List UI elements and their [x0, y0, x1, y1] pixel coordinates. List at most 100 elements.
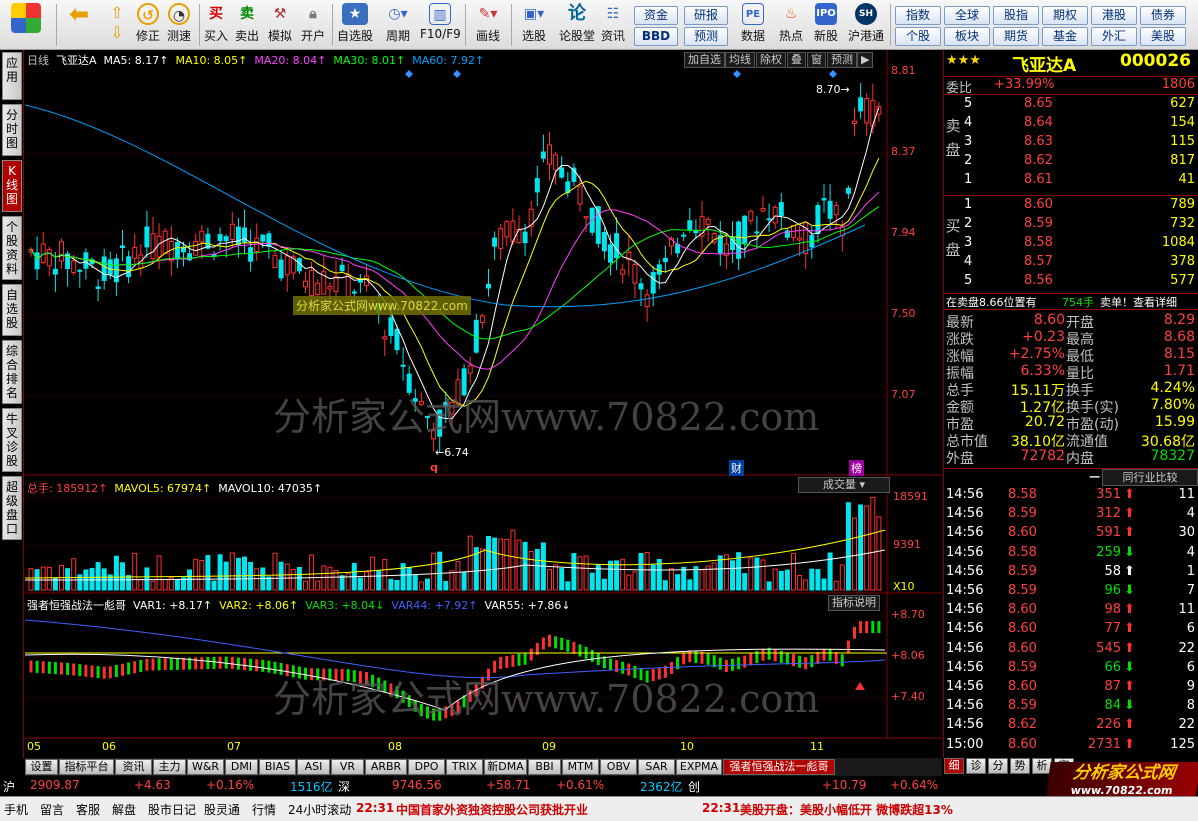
sell-level-4[interactable]: 4 8.64 154 — [944, 115, 1198, 134]
sectors-button[interactable]: 板块 — [944, 27, 990, 46]
add-watchlist-button[interactable]: 加自选 — [684, 52, 725, 68]
tab-kline[interactable]: K线图 — [2, 160, 22, 212]
status-item-2[interactable]: 客服 — [76, 801, 100, 818]
funds-button[interactable]: 基金 — [1042, 27, 1088, 46]
open-account-button[interactable]: 🔒︎ 开户 — [298, 3, 328, 48]
tab-stock-profile[interactable]: 个股资料 — [2, 216, 22, 280]
simulate-button[interactable]: ⚒ 模拟 — [265, 3, 295, 48]
indicator-tab-3[interactable]: 主力 — [153, 759, 186, 775]
overlay-button[interactable]: 叠 — [787, 52, 806, 68]
index-button[interactable]: 指数 — [895, 6, 941, 25]
bonds-button[interactable]: 债券 — [1140, 6, 1186, 25]
indicator-tab-14[interactable]: MTM — [562, 759, 599, 775]
indicator-tab-13[interactable]: BBI — [528, 759, 561, 775]
indicator-help-button[interactable]: 指标说明 — [828, 595, 880, 611]
buy-level-4[interactable]: 4 8.57 378 — [944, 254, 1198, 273]
indicator-tab-8[interactable]: VR — [331, 759, 364, 775]
capital-button[interactable]: 资金 — [634, 6, 678, 25]
buy-level-5[interactable]: 5 8.56 577 — [944, 273, 1198, 292]
us-stocks-button[interactable]: 美股 — [1140, 27, 1186, 46]
expand-button[interactable]: ▶ — [857, 52, 874, 68]
sell-level-3[interactable]: 3 8.63 115 — [944, 134, 1198, 153]
period-button[interactable]: ◷▾ 周期 — [380, 3, 416, 48]
forecast-button[interactable]: 预测 — [684, 27, 728, 46]
collapse-button[interactable]: − — [1088, 467, 1101, 486]
buy-level-1[interactable]: 1 8.60 789 — [944, 197, 1198, 216]
down-arrow-icon[interactable]: ⇩ — [103, 23, 131, 43]
quote-tab-3[interactable]: 势 — [1010, 758, 1030, 774]
options-button[interactable]: 期权 — [1042, 6, 1088, 25]
indicator-tab-6[interactable]: BIAS — [259, 759, 296, 775]
hotspot-button[interactable]: ♨ 热点 — [774, 3, 808, 48]
up-arrow-icon[interactable]: ⇧ — [103, 3, 131, 23]
indicator-tab-5[interactable]: DMI — [225, 759, 258, 775]
predict-button[interactable]: 预测 — [827, 52, 857, 68]
bbd-button[interactable]: BBD — [634, 27, 678, 46]
stocks-button[interactable]: 个股 — [895, 27, 941, 46]
status-item-6[interactable]: 行情 — [252, 801, 276, 818]
tab-diagnosis[interactable]: 牛叉诊股 — [2, 408, 22, 472]
status-item-3[interactable]: 解盘 — [112, 801, 136, 818]
app-logo[interactable] — [6, 3, 46, 48]
indicator-tab-17[interactable]: EXPMA — [676, 759, 722, 775]
indicator-tab-10[interactable]: DPO — [408, 759, 445, 775]
ex-rights-button[interactable]: 除权 — [756, 52, 786, 68]
stock-picker-button[interactable]: ▣▾ 选股 — [514, 3, 554, 48]
news-button[interactable]: ☷ 资讯 — [598, 3, 628, 48]
indicator-tab-18[interactable]: 强者恒强战法一彪哥 — [723, 759, 835, 775]
marker-financial[interactable]: 财 — [729, 460, 744, 476]
draw-line-button[interactable]: ✎▾ 画线 — [468, 3, 508, 48]
indicator-tab-15[interactable]: OBV — [600, 759, 637, 775]
sell-level-1[interactable]: 1 8.61 41 — [944, 172, 1198, 191]
speedtest-button[interactable]: ◔ 测速 — [164, 3, 194, 48]
ma-button[interactable]: 均线 — [725, 52, 755, 68]
hk-connect-button[interactable]: SH HK 沪港通 — [846, 3, 886, 48]
page-up-down[interactable]: ⇧ ⇩ — [103, 3, 131, 48]
buy-level-2[interactable]: 2 8.59 732 — [944, 216, 1198, 235]
indicator-tab-2[interactable]: 资讯 — [115, 759, 152, 775]
marker-q[interactable]: q — [430, 461, 438, 474]
indicator-tab-4[interactable]: W&R — [187, 759, 224, 775]
hk-stocks-button[interactable]: 港股 — [1091, 6, 1137, 25]
back-button[interactable]: ⬅ — [62, 2, 96, 48]
research-button[interactable]: 研报 — [684, 6, 728, 25]
volume-selector[interactable]: 成交量 ▾ — [798, 477, 890, 493]
sell-button[interactable]: 卖卖出 — [233, 3, 261, 48]
indicator-tab-0[interactable]: 设置 — [25, 759, 58, 775]
news1-headline[interactable]: 中国首家外资独资控股公司获批开业 — [396, 801, 588, 818]
tab-super-book[interactable]: 超级盘口 — [2, 476, 22, 540]
marker-ranking[interactable]: 榜 — [849, 460, 864, 476]
sell-level-2[interactable]: 2 8.62 817 — [944, 153, 1198, 172]
f10-button[interactable]: ▥ F10/F9 — [420, 3, 461, 48]
buy-level-3[interactable]: 3 8.58 1084 — [944, 235, 1198, 254]
forum-button[interactable]: 论论股堂 — [557, 3, 597, 48]
quote-tab-0[interactable]: 细 — [944, 758, 964, 774]
tab-ranking[interactable]: 综合排名 — [2, 340, 22, 404]
news2-headline[interactable]: 美股开盘：美股小幅低开 微博跌超13% — [740, 801, 953, 818]
tab-intraday[interactable]: 分时图 — [2, 104, 22, 156]
watchlist-button[interactable]: ★ 自选股 — [335, 3, 375, 48]
indicator-tab-9[interactable]: ARBR — [365, 759, 407, 775]
window-button[interactable]: 窗 — [807, 52, 826, 68]
revise-button[interactable]: ↺ 修正 — [133, 3, 163, 48]
indicator-tab-1[interactable]: 指标平台 — [59, 759, 114, 775]
ipo-button[interactable]: IPO 新股 — [810, 3, 842, 48]
status-item-7[interactable]: 24小时滚动 — [288, 801, 351, 818]
futures-button[interactable]: 期货 — [993, 27, 1039, 46]
data-button[interactable]: PE 数据 — [736, 3, 770, 48]
indicator-tab-11[interactable]: TRIX — [446, 759, 483, 775]
big-order-info[interactable]: 在卖盘8.66位置有 754手 卖单！查看详细 — [944, 293, 1198, 310]
status-item-4[interactable]: 股市日记 — [148, 801, 196, 818]
forex-button[interactable]: 外汇 — [1091, 27, 1137, 46]
indicator-tab-12[interactable]: 新DMA — [484, 759, 527, 775]
industry-compare-button[interactable]: 同行业比较 — [1102, 469, 1198, 486]
status-item-5[interactable]: 股灵通 — [204, 801, 240, 818]
indicator-tab-16[interactable]: SAR — [638, 759, 675, 775]
status-item-1[interactable]: 留言 — [40, 801, 64, 818]
quote-tab-2[interactable]: 分 — [988, 758, 1008, 774]
sell-level-5[interactable]: 5 8.65 627 — [944, 96, 1198, 115]
global-button[interactable]: 全球 — [944, 6, 990, 25]
tab-apps[interactable]: 应用 — [2, 52, 22, 100]
stock-index-button[interactable]: 股指 — [993, 6, 1039, 25]
indicator-tab-7[interactable]: ASI — [297, 759, 330, 775]
